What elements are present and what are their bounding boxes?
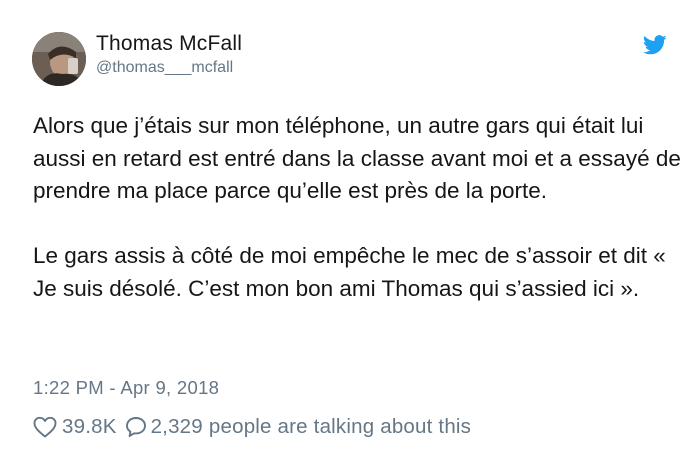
tweet-paragraph: Le gars assis à côté de moi empêche le m… <box>33 243 666 301</box>
author-name[interactable]: Thomas McFall <box>96 32 242 56</box>
tweet-card: Thomas McFall @thomas___mcfall Alors que… <box>0 0 700 469</box>
reply-count: 2,329 <box>150 415 203 438</box>
like-count: 39.8K <box>62 415 117 438</box>
avatar-photo <box>32 32 86 86</box>
tweet-timestamp[interactable]: 1:22 PM - Apr 9, 2018 <box>33 377 219 399</box>
tweet-text: Alors que j’étais sur mon téléphone, un … <box>33 110 683 305</box>
reply-button[interactable]: 2,329 people are talking about this <box>117 415 472 439</box>
heart-icon <box>33 416 57 438</box>
avatar[interactable] <box>32 32 86 86</box>
author-handle[interactable]: @thomas___mcfall <box>96 59 233 77</box>
tweet-paragraph: Alors que j’étais sur mon téléphone, un … <box>33 113 681 203</box>
like-button[interactable]: 39.8K <box>33 415 117 439</box>
twitter-bird-icon[interactable] <box>643 34 667 56</box>
people-talking-label: people are talking about this <box>208 415 472 438</box>
speech-bubble-icon <box>125 416 147 438</box>
tweet-actions: 39.8K 2,329 people are talking about thi… <box>33 413 471 441</box>
